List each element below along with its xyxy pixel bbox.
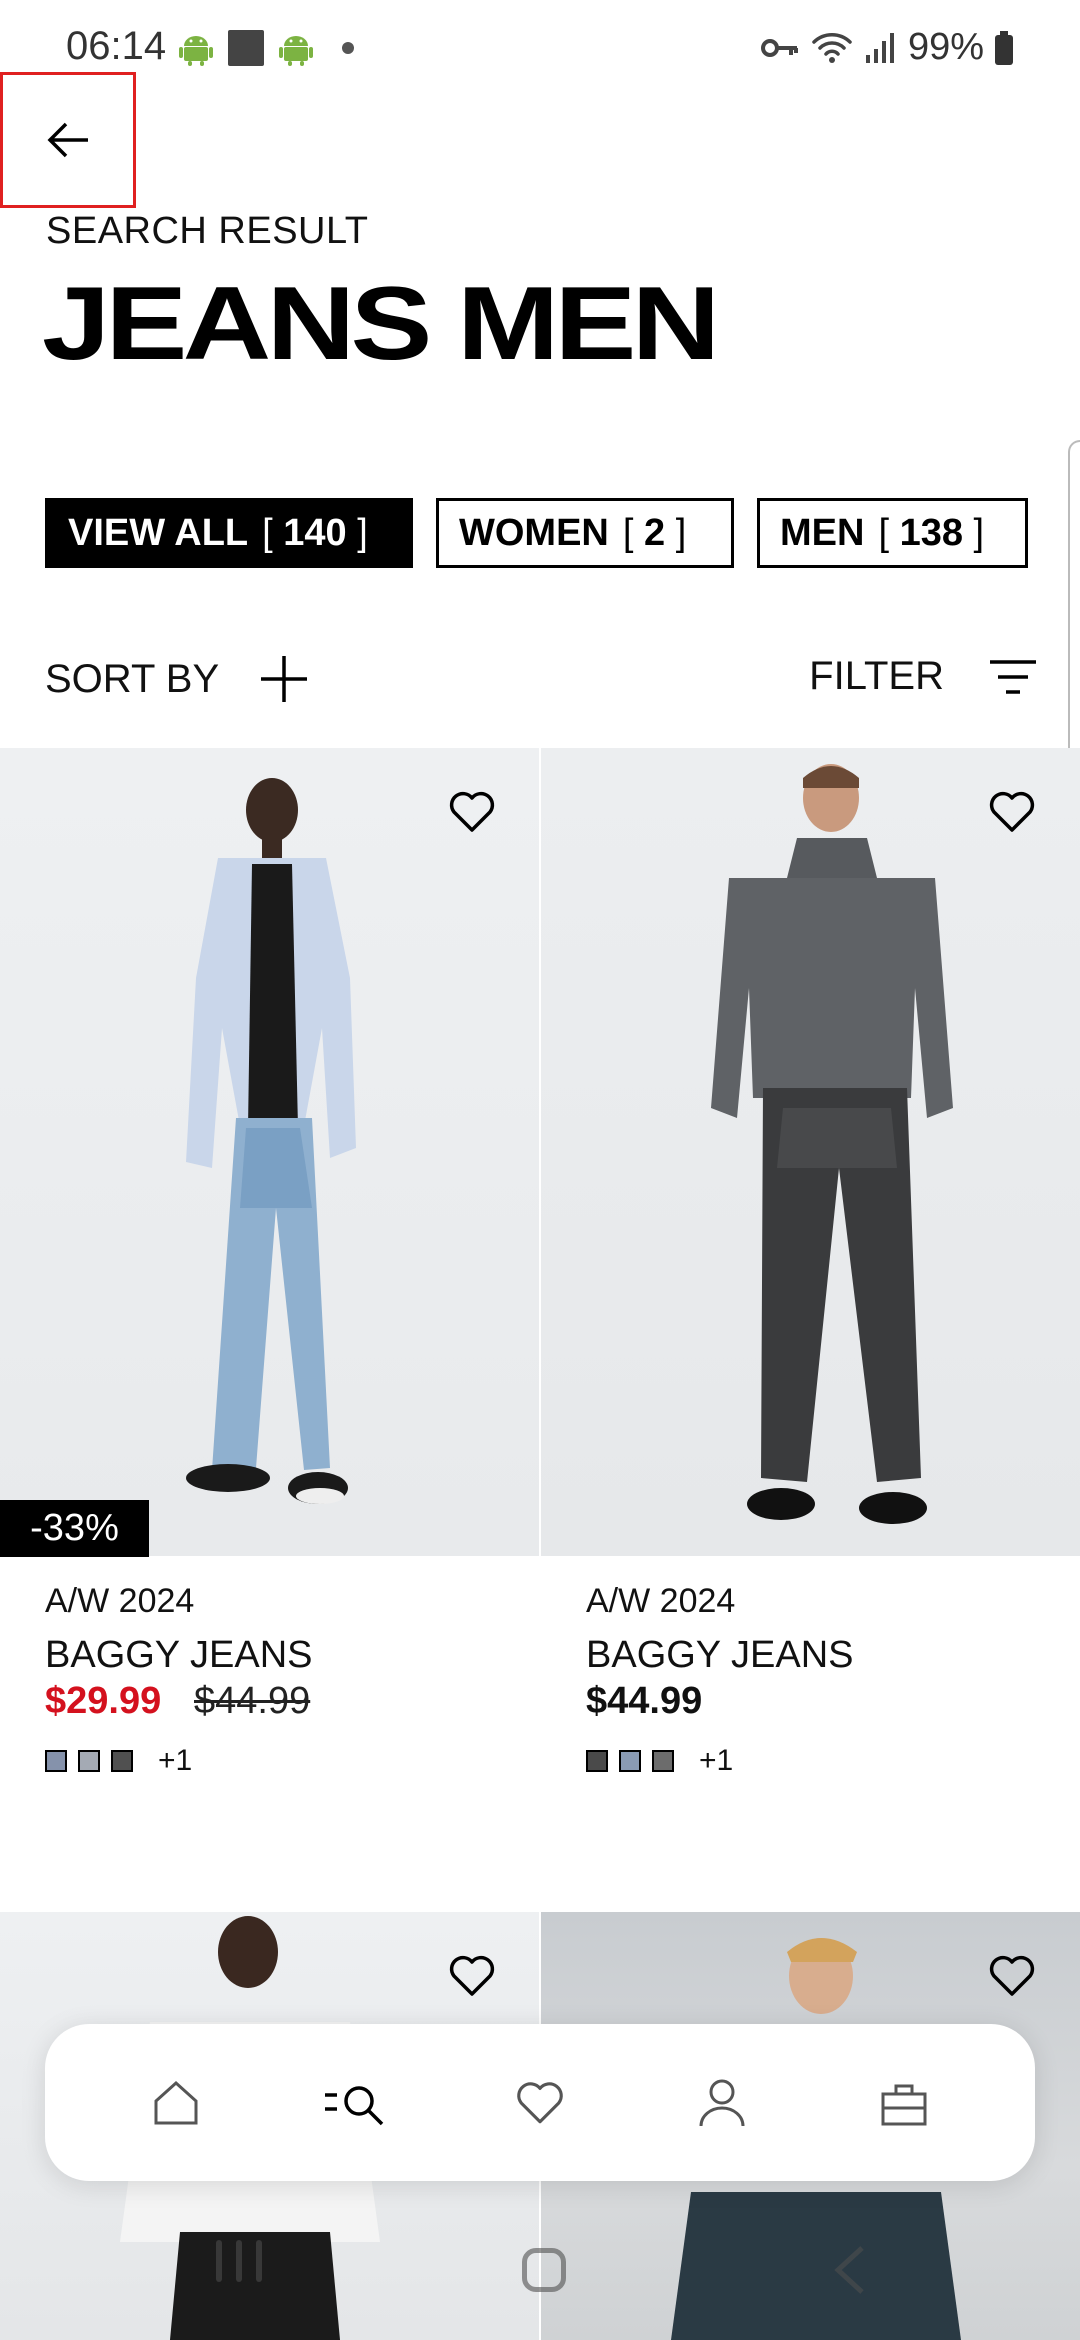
sort-by-button[interactable]: SORT BY	[45, 654, 309, 704]
home-icon	[154, 2080, 198, 2124]
search-icon	[325, 2085, 384, 2125]
nav-search[interactable]	[313, 2058, 403, 2148]
heart-icon	[517, 2081, 563, 2123]
signal-icon	[865, 32, 894, 63]
color-swatch[interactable]	[586, 1750, 608, 1772]
system-home-button[interactable]	[522, 2248, 566, 2292]
arrow-left-icon	[47, 122, 88, 158]
page-title: JEANS MEN	[42, 266, 720, 382]
heart-icon	[449, 791, 495, 832]
battery-percent: 99%	[907, 26, 984, 68]
filter-button[interactable]: FILTER	[809, 654, 1036, 699]
battery-icon	[995, 30, 1013, 65]
wifi-icon	[812, 32, 852, 63]
search-result-label: SEARCH RESULT	[46, 210, 369, 252]
back-button[interactable]	[0, 72, 136, 208]
color-swatch[interactable]	[45, 1750, 67, 1772]
chip-label: WOMEN	[459, 511, 609, 554]
status-time: 06:14	[66, 24, 167, 68]
model-photo	[711, 764, 953, 1524]
product-old-price: $44.99	[194, 1680, 311, 1722]
user-icon	[699, 2079, 745, 2126]
discount-badge: -33%	[0, 1500, 149, 1557]
heart-icon	[449, 1955, 495, 1996]
product-season: A/W 2024	[586, 1582, 736, 1620]
product-name[interactable]: BAGGY JEANS	[45, 1634, 313, 1677]
heart-icon	[989, 1955, 1035, 1996]
gallery-icon	[228, 30, 264, 66]
status-bar: 06:14 99%	[0, 0, 1080, 96]
color-swatch[interactable]	[78, 1750, 100, 1772]
android-icon	[179, 36, 213, 66]
chip-count: [ 140 ]	[262, 511, 368, 554]
product-image[interactable]	[0, 748, 539, 1556]
nav-bag[interactable]	[859, 2058, 949, 2148]
android-icon	[279, 36, 313, 66]
nav-home[interactable]	[131, 2058, 221, 2148]
color-swatches: +1	[45, 1744, 192, 1778]
edge-panel-handle[interactable]	[1068, 440, 1080, 776]
more-colors[interactable]: +1	[158, 1744, 192, 1778]
chip-view-all[interactable]: VIEW ALL [ 140 ]	[45, 498, 413, 568]
sort-by-label: SORT BY	[45, 656, 220, 701]
product-price: $44.99	[586, 1680, 703, 1722]
product-name[interactable]: BAGGY JEANS	[586, 1634, 854, 1677]
heart-icon	[989, 791, 1035, 832]
chip-women[interactable]: WOMEN [ 2 ]	[436, 498, 734, 568]
wishlist-button[interactable]	[444, 1948, 500, 2004]
chip-label: MEN	[780, 511, 865, 554]
color-swatch[interactable]	[652, 1750, 674, 1772]
chip-men[interactable]: MEN [ 138 ]	[757, 498, 1028, 568]
nav-favourites[interactable]	[495, 2058, 585, 2148]
filter-icon	[990, 659, 1036, 694]
recents-button[interactable]	[216, 2240, 262, 2282]
system-icons: 99%	[760, 26, 1014, 69]
notification-icons	[176, 28, 354, 68]
nav-account[interactable]	[677, 2058, 767, 2148]
product-price: $29.99	[45, 1680, 162, 1722]
chip-label: VIEW ALL	[68, 511, 249, 554]
product-image[interactable]	[541, 748, 1080, 1556]
bottom-navigation	[45, 2024, 1035, 2181]
color-swatches: +1	[586, 1744, 733, 1778]
bag-icon	[881, 2084, 927, 2125]
chip-count: [ 2 ]	[622, 511, 687, 554]
color-swatch[interactable]	[619, 1750, 641, 1772]
system-back-icon[interactable]	[830, 2244, 870, 2296]
wishlist-button[interactable]	[444, 784, 500, 840]
color-swatch[interactable]	[111, 1750, 133, 1772]
model-photo	[186, 778, 356, 1504]
wishlist-button[interactable]	[984, 1948, 1040, 2004]
chip-count: [ 138 ]	[878, 511, 985, 554]
more-notifications-icon	[342, 42, 354, 54]
filter-label: FILTER	[809, 654, 944, 698]
plus-icon	[261, 656, 308, 702]
vpn-key-icon	[760, 38, 798, 57]
more-colors[interactable]: +1	[699, 1744, 733, 1778]
product-season: A/W 2024	[45, 1582, 195, 1620]
wishlist-button[interactable]	[984, 784, 1040, 840]
